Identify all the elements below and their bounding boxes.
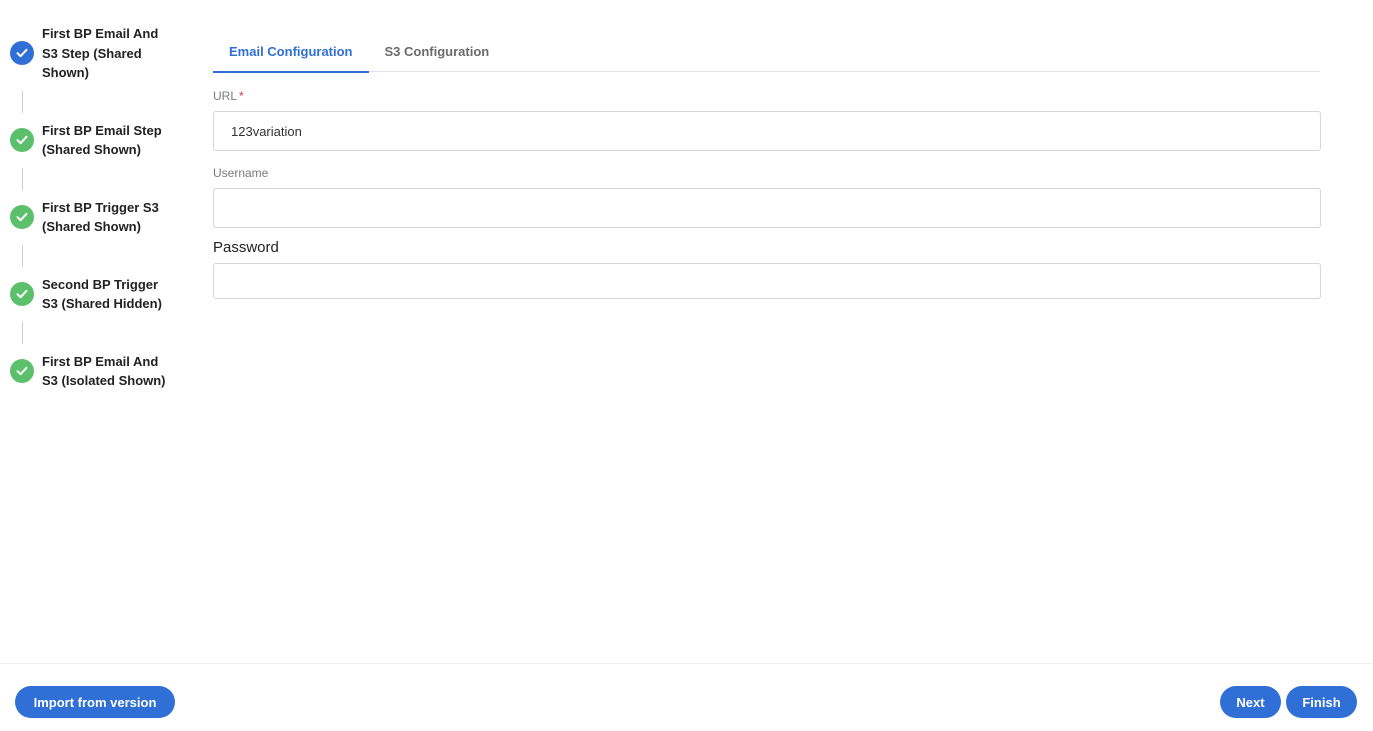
step-connector [22,244,23,267]
username-input[interactable] [213,188,1321,228]
check-icon [10,205,34,229]
email-config-form: URL* Username Password [213,88,1321,299]
tab-email-configuration[interactable]: Email Configuration [213,30,369,73]
wizard-page: First BP Email And S3 Step (Shared Shown… [0,0,1373,731]
check-icon [10,41,34,66]
password-input[interactable] [213,263,1321,299]
step-3[interactable]: First BP Trigger S3 (Shared Shown) [10,198,180,237]
check-icon [10,128,34,152]
step-label: First BP Email Step (Shared Shown) [42,122,162,158]
password-label: Password [213,239,279,256]
required-mark: * [239,89,244,103]
step-2[interactable]: First BP Email Step (Shared Shown) [10,121,180,160]
stepper: First BP Email And S3 Step (Shared Shown… [10,24,180,391]
step-4[interactable]: Second BP Trigger S3 (Shared Hidden) [10,275,180,314]
step-label: First BP Email And S3 Step (Shared Shown… [42,26,159,80]
step-connector [22,90,23,113]
tab-s3-configuration[interactable]: S3 Configuration [369,30,506,72]
step-label: First BP Email And S3 (Isolated Shown) [42,353,166,389]
url-input[interactable] [213,111,1321,151]
url-label: URL * [213,88,1321,104]
check-icon [10,282,34,306]
step-label: Second BP Trigger S3 (Shared Hidden) [42,276,162,312]
step-1[interactable]: First BP Email And S3 Step (Shared Shown… [10,24,180,83]
import-from-version-button[interactable]: Import from version [15,686,175,718]
next-button[interactable]: Next [1220,686,1281,718]
step-5[interactable]: First BP Email And S3 (Isolated Shown) [10,352,180,391]
finish-button[interactable]: Finish [1286,686,1357,718]
check-icon [10,359,34,383]
step-connector [22,167,23,190]
config-tabs: Email Configuration S3 Configuration [213,30,1320,73]
url-label-text: URL [213,89,238,103]
username-label: Username [213,166,269,180]
step-connector [22,321,23,344]
footer-divider [0,663,1373,664]
step-label: First BP Trigger S3 (Shared Shown) [42,199,159,235]
